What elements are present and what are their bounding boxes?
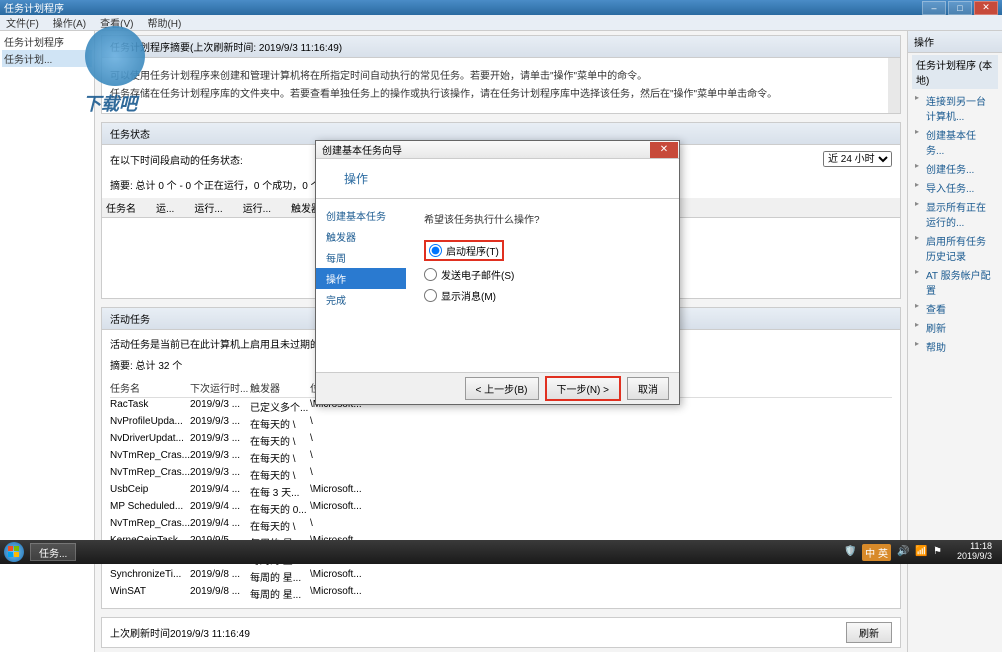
wizard-nav-item[interactable]: 创建基本任务 bbox=[316, 205, 406, 226]
table-row[interactable]: UsbCeip2019/9/4 ...在每 3 天...\Microsoft..… bbox=[110, 483, 892, 500]
actions-group-title: 任务计划程序 (本地) bbox=[912, 55, 998, 89]
action-item[interactable]: 刷新 bbox=[912, 318, 998, 337]
overview-text-2: 任务存储在任务计划程序库的文件夹中。若要查看单独任务上的操作或执行该操作，请在任… bbox=[110, 87, 892, 102]
maximize-button[interactable]: □ bbox=[948, 1, 972, 15]
overview-text-1: 可以使用任务计划程序来创建和管理计算机将在所指定时间自动执行的常见任务。若要开始… bbox=[110, 69, 892, 84]
wizard-radio[interactable] bbox=[429, 244, 442, 257]
status-prompt: 在以下时间段启动的任务状态: bbox=[110, 152, 243, 167]
action-item[interactable]: 显示所有正在运行的... bbox=[912, 197, 998, 231]
scrollbar[interactable] bbox=[888, 58, 900, 113]
table-row[interactable]: SynchronizeTi...2019/9/8 ...每周的 星...\Mic… bbox=[110, 568, 892, 585]
wizard-step-title: 操作 bbox=[344, 170, 368, 187]
window-title: 任务计划程序 bbox=[4, 0, 922, 15]
action-item[interactable]: 帮助 bbox=[912, 337, 998, 356]
wizard-question: 希望该任务执行什么操作? bbox=[424, 211, 661, 226]
action-item[interactable]: 连接到另一台计算机... bbox=[912, 91, 998, 125]
table-row[interactable]: WinSAT2019/9/8 ...每周的 星...\Microsoft... bbox=[110, 585, 892, 602]
wizard-cancel-button[interactable]: 取消 bbox=[627, 377, 669, 400]
menu-file[interactable]: 文件(F) bbox=[6, 15, 39, 30]
wizard-close-button[interactable]: ✕ bbox=[650, 142, 678, 158]
action-item[interactable]: 导入任务... bbox=[912, 178, 998, 197]
actions-title: 操作 bbox=[908, 31, 1002, 53]
action-item[interactable]: 启用所有任务历史记录 bbox=[912, 231, 998, 265]
refresh-button[interactable]: 刷新 bbox=[846, 622, 892, 643]
timeframe-select[interactable]: 近 24 小时 bbox=[823, 151, 892, 167]
overview-panel: 任务计划程序摘要(上次刷新时间: 2019/9/3 11:16:49) 可以使用… bbox=[101, 35, 901, 114]
watermark-logo: 下载吧 bbox=[65, 16, 175, 126]
wizard-radio[interactable] bbox=[424, 268, 437, 281]
table-row[interactable]: MP Scheduled...2019/9/4 ...在每天的 0...\Mic… bbox=[110, 500, 892, 517]
wizard-nav-item[interactable]: 完成 bbox=[316, 289, 406, 310]
clock[interactable]: 11:18 2019/9/3 bbox=[951, 542, 998, 562]
start-button[interactable] bbox=[4, 542, 24, 562]
wizard-nav-item[interactable]: 每周 bbox=[316, 247, 406, 268]
wizard-title: 创建基本任务向导 bbox=[322, 142, 650, 157]
action-item[interactable]: 查看 bbox=[912, 299, 998, 318]
taskbar: 任务... 🛡️ 中 英 🔊 📶 ⚑ 11:18 2019/9/3 bbox=[0, 540, 1002, 564]
action-item[interactable]: 创建任务... bbox=[912, 159, 998, 178]
minimize-button[interactable]: – bbox=[922, 1, 946, 15]
table-row[interactable]: NvTmRep_Cras...2019/9/3 ...在每天的 \\ bbox=[110, 449, 892, 466]
wizard-radio-row[interactable]: 发送电子邮件(S) bbox=[424, 267, 661, 282]
taskbar-app[interactable]: 任务... bbox=[30, 543, 76, 561]
network-icon[interactable]: 📶 bbox=[915, 546, 927, 558]
action-item[interactable]: AT 服务帐户配置 bbox=[912, 265, 998, 299]
overview-header: 任务计划程序摘要(上次刷新时间: 2019/9/3 11:16:49) bbox=[102, 36, 900, 58]
wizard-radio[interactable] bbox=[424, 289, 437, 302]
wizard-nav: 创建基本任务触发器每周操作完成 bbox=[316, 199, 406, 372]
wizard-back-button[interactable]: < 上一步(B) bbox=[465, 377, 539, 400]
footer-bar: 上次刷新时间2019/9/3 11:16:49 刷新 bbox=[101, 617, 901, 648]
wizard-nav-item[interactable]: 操作 bbox=[316, 268, 406, 289]
action-item[interactable]: 创建基本任务... bbox=[912, 125, 998, 159]
wizard-nav-item[interactable]: 触发器 bbox=[316, 226, 406, 247]
last-refresh: 上次刷新时间2019/9/3 11:16:49 bbox=[110, 625, 250, 640]
active-table: 任务名 下次运行时... 触发器 位置 RacTask2019/9/3 ...已… bbox=[110, 378, 892, 602]
tray-icon[interactable]: 🛡️ bbox=[844, 546, 856, 558]
volume-icon[interactable]: 🔊 bbox=[897, 546, 909, 558]
wizard-radio-highlighted[interactable]: 启动程序(T) bbox=[424, 240, 504, 261]
table-row[interactable]: NvDriverUpdat...2019/9/3 ...在每天的 \\ bbox=[110, 432, 892, 449]
ime-indicator[interactable]: 中 英 bbox=[862, 544, 891, 561]
create-basic-task-wizard: 创建基本任务向导 ✕ 操作 创建基本任务触发器每周操作完成 希望该任务执行什么操… bbox=[315, 140, 680, 405]
table-row[interactable]: NvTmRep_Cras...2019/9/3 ...在每天的 \\ bbox=[110, 466, 892, 483]
close-button[interactable]: ✕ bbox=[974, 1, 998, 15]
wizard-next-button[interactable]: 下一步(N) > bbox=[545, 376, 622, 401]
titlebar: 任务计划程序 – □ ✕ bbox=[0, 0, 1002, 15]
flag-icon[interactable]: ⚑ bbox=[933, 546, 945, 558]
wizard-radio-row[interactable]: 显示消息(M) bbox=[424, 288, 661, 303]
table-row[interactable]: NvProfileUpda...2019/9/3 ...在每天的 \\ bbox=[110, 415, 892, 432]
table-row[interactable]: NvTmRep_Cras...2019/9/4 ...在每天的 \\ bbox=[110, 517, 892, 534]
